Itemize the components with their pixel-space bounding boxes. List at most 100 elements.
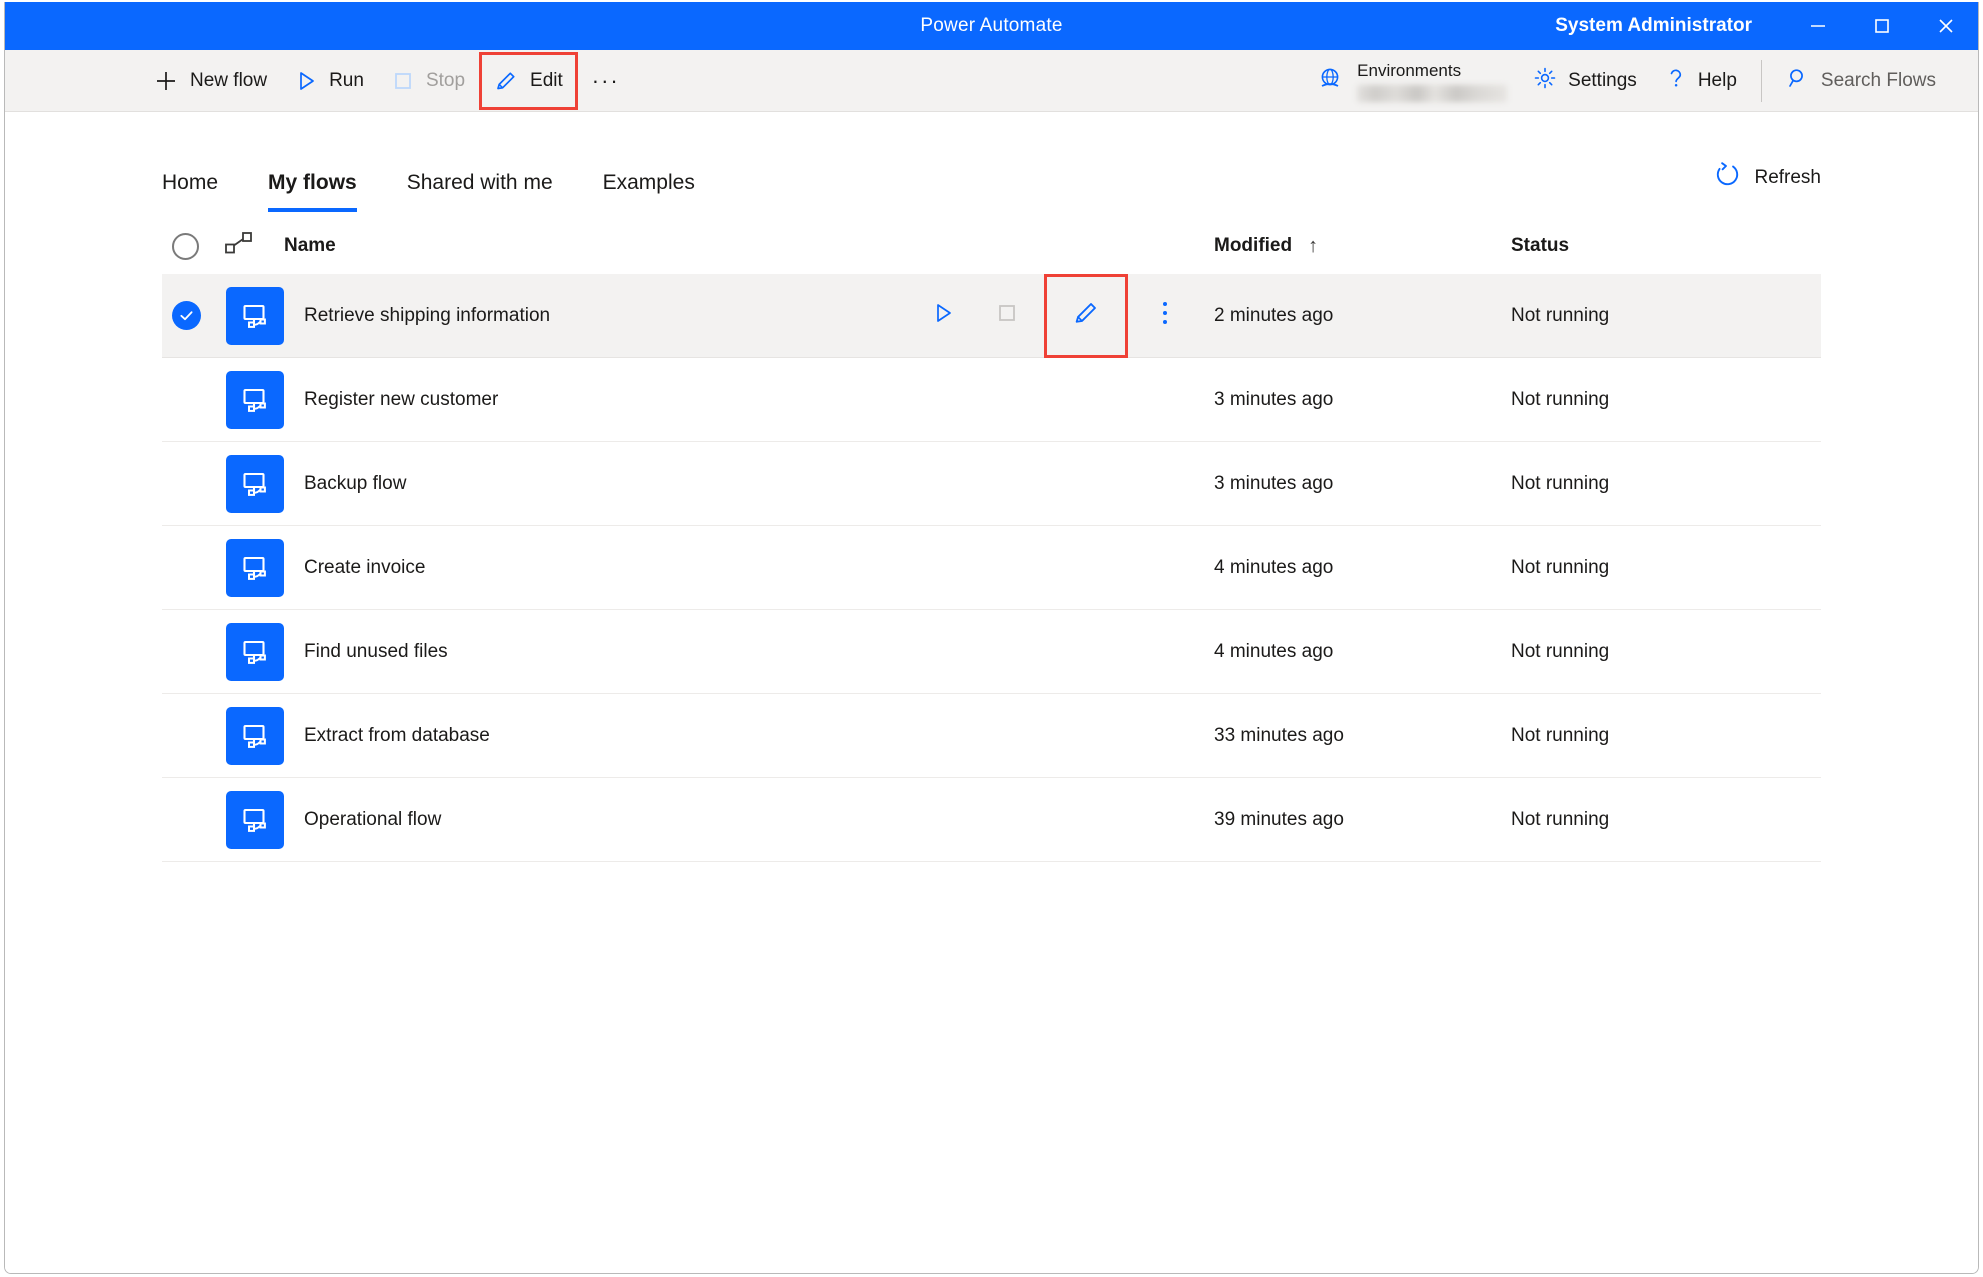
flow-name: Operational flow — [304, 808, 442, 830]
sort-ascending-icon: ↑ — [1308, 234, 1319, 257]
name-column-header[interactable]: Name — [284, 235, 1214, 257]
environments-selector[interactable]: Environments — [1303, 53, 1519, 109]
table-row[interactable]: Find unused files 4 minutes ago Not runn… — [162, 610, 1821, 694]
power-automate-window: Power Automate System Administrator New … — [4, 2, 1979, 1274]
row-name-cell: Create invoice — [284, 557, 1214, 579]
kebab-menu-icon — [1161, 300, 1169, 332]
row-stop-button[interactable] — [980, 289, 1034, 343]
desktop-flow-icon — [226, 370, 284, 429]
environment-name-redacted — [1357, 84, 1508, 102]
table-row[interactable]: Backup flow 3 minutes ago Not running — [162, 442, 1821, 526]
status-column-header[interactable]: Status — [1511, 235, 1821, 257]
close-button[interactable] — [1914, 2, 1978, 50]
row-flow-icon — [224, 622, 284, 681]
edit-button[interactable]: Edit — [479, 51, 578, 110]
row-flow-icon — [224, 286, 284, 345]
play-icon — [295, 70, 317, 92]
close-icon — [1935, 15, 1957, 37]
flow-name: Create invoice — [304, 556, 426, 578]
row-run-button[interactable] — [916, 289, 970, 343]
refresh-button[interactable]: Refresh — [1714, 161, 1821, 194]
desktop-flow-icon — [226, 706, 284, 765]
row-status-cell: Not running — [1511, 640, 1610, 662]
row-flow-icon — [224, 706, 284, 765]
check-circle-filled-icon — [172, 301, 201, 330]
minimize-button[interactable] — [1786, 2, 1850, 50]
settings-button[interactable]: Settings — [1519, 59, 1651, 103]
flow-name: Find unused files — [304, 640, 448, 662]
modified-column-header[interactable]: Modified ↑ — [1214, 235, 1511, 258]
row-name-cell: Operational flow — [284, 809, 1214, 831]
row-status-cell: Not running — [1511, 388, 1610, 410]
table-row[interactable]: Extract from database 33 minutes ago Not… — [162, 694, 1821, 778]
flow-name: Extract from database — [304, 724, 490, 746]
help-button[interactable]: Help — [1651, 59, 1751, 103]
desktop-flow-icon — [226, 622, 284, 681]
new-flow-button[interactable]: New flow — [140, 59, 281, 103]
title-bar-right: System Administrator — [1555, 2, 1978, 50]
user-account-label: System Administrator — [1555, 15, 1752, 36]
stop-icon — [996, 302, 1018, 330]
row-edit-button[interactable] — [1044, 273, 1128, 358]
table-row[interactable]: Create invoice 4 minutes ago Not running — [162, 526, 1821, 610]
row-flow-icon — [224, 454, 284, 513]
environments-texts: Environments — [1357, 61, 1508, 102]
row-modified-cell: 33 minutes ago — [1214, 724, 1344, 746]
row-inline-actions — [916, 273, 1214, 358]
circle-checkbox-icon — [172, 232, 199, 260]
command-bar-left: New flow Run Stop Edit ··· — [140, 51, 634, 110]
table-row[interactable]: Register new customer 3 minutes ago Not … — [162, 358, 1821, 442]
flow-type-column-header[interactable] — [224, 230, 284, 262]
tab-my-flows[interactable]: My flows — [254, 171, 371, 212]
row-modified-cell: 3 minutes ago — [1214, 388, 1334, 410]
flow-connector-icon — [224, 230, 254, 262]
row-status-cell: Not running — [1511, 556, 1610, 578]
command-bar: New flow Run Stop Edit ··· Environments … — [5, 50, 1978, 112]
flow-name: Retrieve shipping information — [304, 304, 551, 326]
tab-shared-with-me[interactable]: Shared with me — [393, 171, 567, 212]
help-label: Help — [1697, 70, 1737, 91]
flow-name: Register new customer — [304, 388, 499, 410]
minimize-icon — [1807, 15, 1829, 37]
more-commands-button[interactable]: ··· — [578, 59, 634, 103]
search-input[interactable]: Search Flows — [1821, 70, 1936, 92]
row-modified-cell: 3 minutes ago — [1214, 472, 1334, 494]
flow-name: Backup flow — [304, 472, 407, 494]
command-bar-divider — [1760, 60, 1762, 102]
tab-examples[interactable]: Examples — [589, 171, 709, 212]
tabs-row: Home My flows Shared with me Examples Re… — [162, 112, 1821, 212]
run-button[interactable]: Run — [281, 59, 378, 103]
command-bar-right: Environments Settings Help Search Flows — [1303, 50, 1950, 112]
refresh-label: Refresh — [1754, 166, 1821, 188]
search-flows-button[interactable]: Search Flows — [1772, 59, 1950, 103]
table-row[interactable]: Retrieve shipping information 2 minutes … — [162, 273, 1821, 358]
title-bar: Power Automate System Administrator — [5, 2, 1978, 50]
row-checkbox-selected[interactable] — [162, 301, 224, 330]
name-column-label: Name — [284, 235, 336, 256]
maximize-button[interactable] — [1850, 2, 1914, 50]
row-flow-icon — [224, 370, 284, 429]
row-modified-cell: 4 minutes ago — [1214, 640, 1334, 662]
row-name-cell: Find unused files — [284, 641, 1214, 663]
row-status-cell: Not running — [1511, 724, 1610, 746]
desktop-flow-icon — [226, 790, 284, 849]
pencil-icon — [1072, 299, 1100, 333]
row-name-cell: Retrieve shipping information — [284, 273, 1214, 358]
play-icon — [932, 302, 954, 330]
pencil-icon — [494, 69, 518, 93]
stop-button[interactable]: Stop — [378, 59, 479, 103]
row-status-cell: Not running — [1511, 472, 1610, 494]
row-name-cell: Backup flow — [284, 473, 1214, 495]
tab-home[interactable]: Home — [148, 171, 232, 212]
globe-icon — [1315, 64, 1345, 99]
table-row[interactable]: Operational flow 39 minutes ago Not runn… — [162, 778, 1821, 862]
new-flow-label: New flow — [190, 69, 268, 91]
row-name-cell: Register new customer — [284, 389, 1214, 411]
gear-icon — [1533, 66, 1557, 96]
edit-label: Edit — [530, 69, 563, 91]
question-mark-icon — [1665, 66, 1687, 96]
table-header-row: Name Modified ↑ Status — [162, 218, 1821, 274]
row-more-options-button[interactable] — [1138, 289, 1192, 343]
select-all-checkbox[interactable] — [162, 232, 224, 260]
status-column-label: Status — [1511, 235, 1570, 256]
